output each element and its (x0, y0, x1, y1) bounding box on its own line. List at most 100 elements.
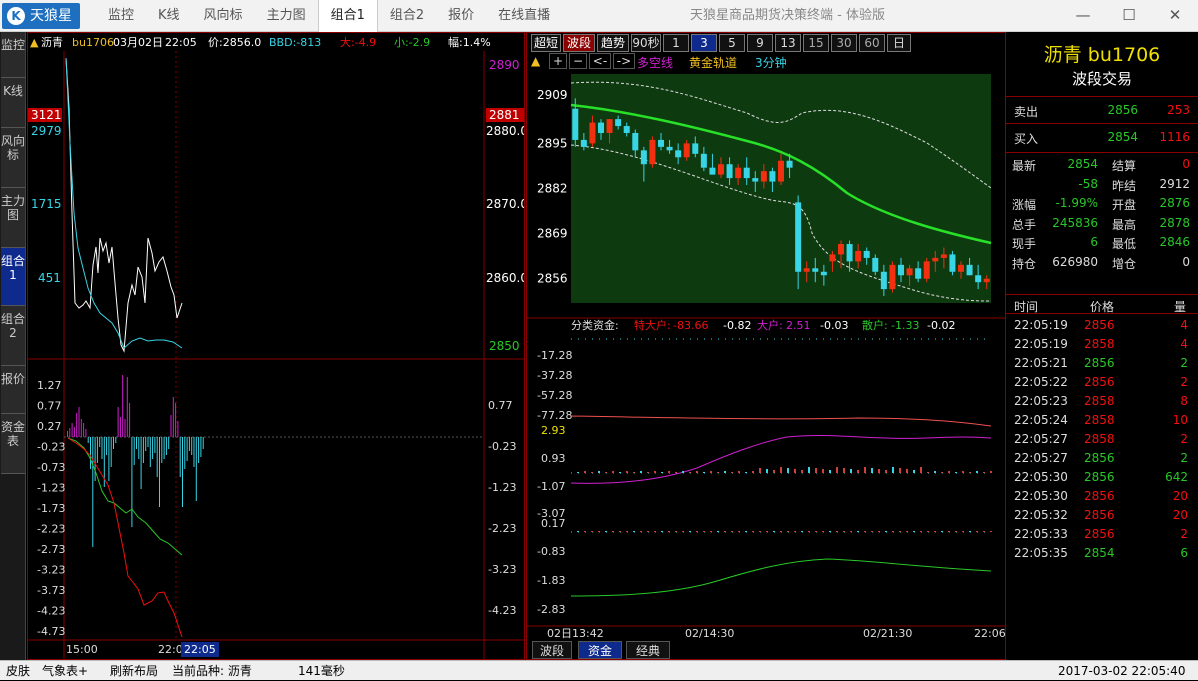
fund-bar (836, 531, 838, 532)
trade-price: 2858 (1084, 337, 1115, 351)
fund-bar (913, 470, 915, 473)
close-button[interactable]: ✕ (1152, 0, 1198, 32)
bottom-tab-fund[interactable]: 资金 (578, 641, 622, 659)
tab-wind-vane[interactable]: 风向标 (192, 0, 255, 32)
trade-price: 2856 (1084, 318, 1115, 332)
trade-volume: 2 (1180, 432, 1188, 446)
instrument-name: 沥青 (1043, 44, 1082, 66)
fund-bar (976, 531, 978, 532)
bottom-tab-band[interactable]: 波段 (532, 641, 572, 659)
trade-volume: 2 (1180, 527, 1188, 541)
bottom-tab-classic[interactable]: 经典 (626, 641, 670, 659)
candle-body (829, 254, 836, 262)
side-tab-combo-2[interactable]: 组合2 (1, 306, 25, 366)
fund-bar (871, 531, 873, 532)
fund-bar (766, 469, 768, 473)
maximize-button[interactable]: ☐ (1106, 0, 1152, 32)
candle-body (589, 122, 596, 144)
lower-left-tick: -4.73 (37, 625, 65, 638)
price-tick: 2869 (537, 227, 568, 241)
skin-button[interactable]: 皮肤 (6, 661, 30, 681)
side-tab-kline[interactable]: K线 (1, 78, 25, 128)
fund-bar (906, 531, 908, 532)
histogram-bar (140, 437, 142, 489)
fund-bar (934, 531, 936, 532)
candle-body (640, 150, 647, 165)
candle-body (786, 160, 793, 168)
fund-bar (598, 531, 600, 532)
col-price: 价格 (1090, 300, 1115, 314)
histogram-bar (133, 437, 135, 465)
fund-bar (577, 472, 579, 473)
histogram-bar (76, 413, 78, 437)
fund-bar (591, 531, 593, 532)
stats-cell: 开盘 (1112, 198, 1137, 212)
candle-body (598, 122, 604, 133)
side-tab-combo-1[interactable]: 组合1 (1, 248, 25, 306)
stats-cell: -1.99% (1055, 196, 1098, 210)
fund-bar (794, 531, 796, 532)
candle-body (795, 202, 802, 272)
tab-combo-2[interactable]: 组合2 (378, 0, 436, 32)
fund-bar (752, 471, 754, 473)
symbol-name: 沥青 (41, 36, 63, 49)
histogram-bar (200, 437, 202, 457)
fund-bar (836, 467, 838, 473)
tab-main-force[interactable]: 主力图 (255, 0, 318, 32)
lower-right-tick: 0.77 (488, 399, 513, 412)
fund-bar (696, 471, 698, 473)
tab-live[interactable]: 在线直播 (486, 0, 562, 32)
trade-price: 2856 (1084, 489, 1115, 503)
stats-table: 最新 2854 结算 0 -58 昨结 2912 涨幅 -1.99% 开盘 2876 总手 245836… (1006, 154, 1198, 271)
stats-cell: -58 (1078, 176, 1098, 191)
app-logo[interactable]: K 天狼星 (2, 3, 80, 29)
side-tab-monitor[interactable]: 监控 (1, 32, 25, 78)
histogram-bar (69, 428, 71, 437)
refresh-layout-button[interactable]: 刷新布局 (110, 661, 158, 681)
candle-body (940, 254, 947, 258)
trade-price: 2858 (1084, 394, 1115, 408)
side-tab-wind-vane[interactable]: 风向标 (1, 128, 25, 188)
candle-body (838, 244, 844, 255)
lower-right-tick: -0.23 (488, 440, 516, 453)
fund-bar (990, 531, 992, 532)
histogram-bar (179, 437, 181, 477)
fund-bar (983, 472, 985, 473)
tab-kline[interactable]: K线 (146, 0, 192, 32)
candle-body (915, 268, 922, 279)
weather-button[interactable]: 气象表+ (42, 661, 88, 681)
fund-bar (612, 471, 614, 473)
fund-bar (969, 531, 971, 532)
stats-row: 现手 6 最低 2846 (1006, 232, 1198, 252)
trade-volume: 642 (1165, 470, 1188, 484)
trade-time: 22:05:19 (1014, 337, 1068, 351)
stats-cell: 持仓 (1012, 256, 1037, 271)
side-tab-fund-table[interactable]: 资金表 (1, 414, 25, 474)
lower-right-tick: -1.23 (488, 481, 516, 494)
fund-bar (801, 470, 803, 473)
fund-tick: -17.28 (537, 349, 572, 362)
lower-left-tick: -4.23 (37, 605, 65, 618)
trade-price: 2856 (1084, 356, 1115, 370)
fund-bar (808, 531, 810, 532)
right-tick: 2870.0 (486, 197, 524, 211)
fund-bar (598, 471, 600, 473)
tab-monitor[interactable]: 监控 (96, 0, 146, 32)
fund-bar (808, 467, 810, 473)
tab-quote[interactable]: 报价 (436, 0, 486, 32)
fund-bar (787, 468, 789, 473)
fund-bar (654, 471, 656, 473)
fund-bar (605, 472, 607, 473)
side-tab-quote[interactable]: 报价 (1, 366, 25, 414)
side-tab-main-force[interactable]: 主力图 (1, 188, 25, 248)
trade-price: 2856 (1084, 527, 1115, 541)
minimize-button[interactable]: — (1060, 0, 1106, 32)
fund-bar (955, 531, 957, 532)
fund-bar (689, 472, 691, 473)
price-tick: 2882 (537, 182, 568, 196)
histogram-bar (73, 427, 75, 437)
fund-bar (892, 531, 894, 532)
tab-combo-1[interactable]: 组合1 (317, 0, 378, 32)
histogram-bar (147, 437, 149, 447)
header-price: 价:2856.0 (208, 36, 261, 49)
